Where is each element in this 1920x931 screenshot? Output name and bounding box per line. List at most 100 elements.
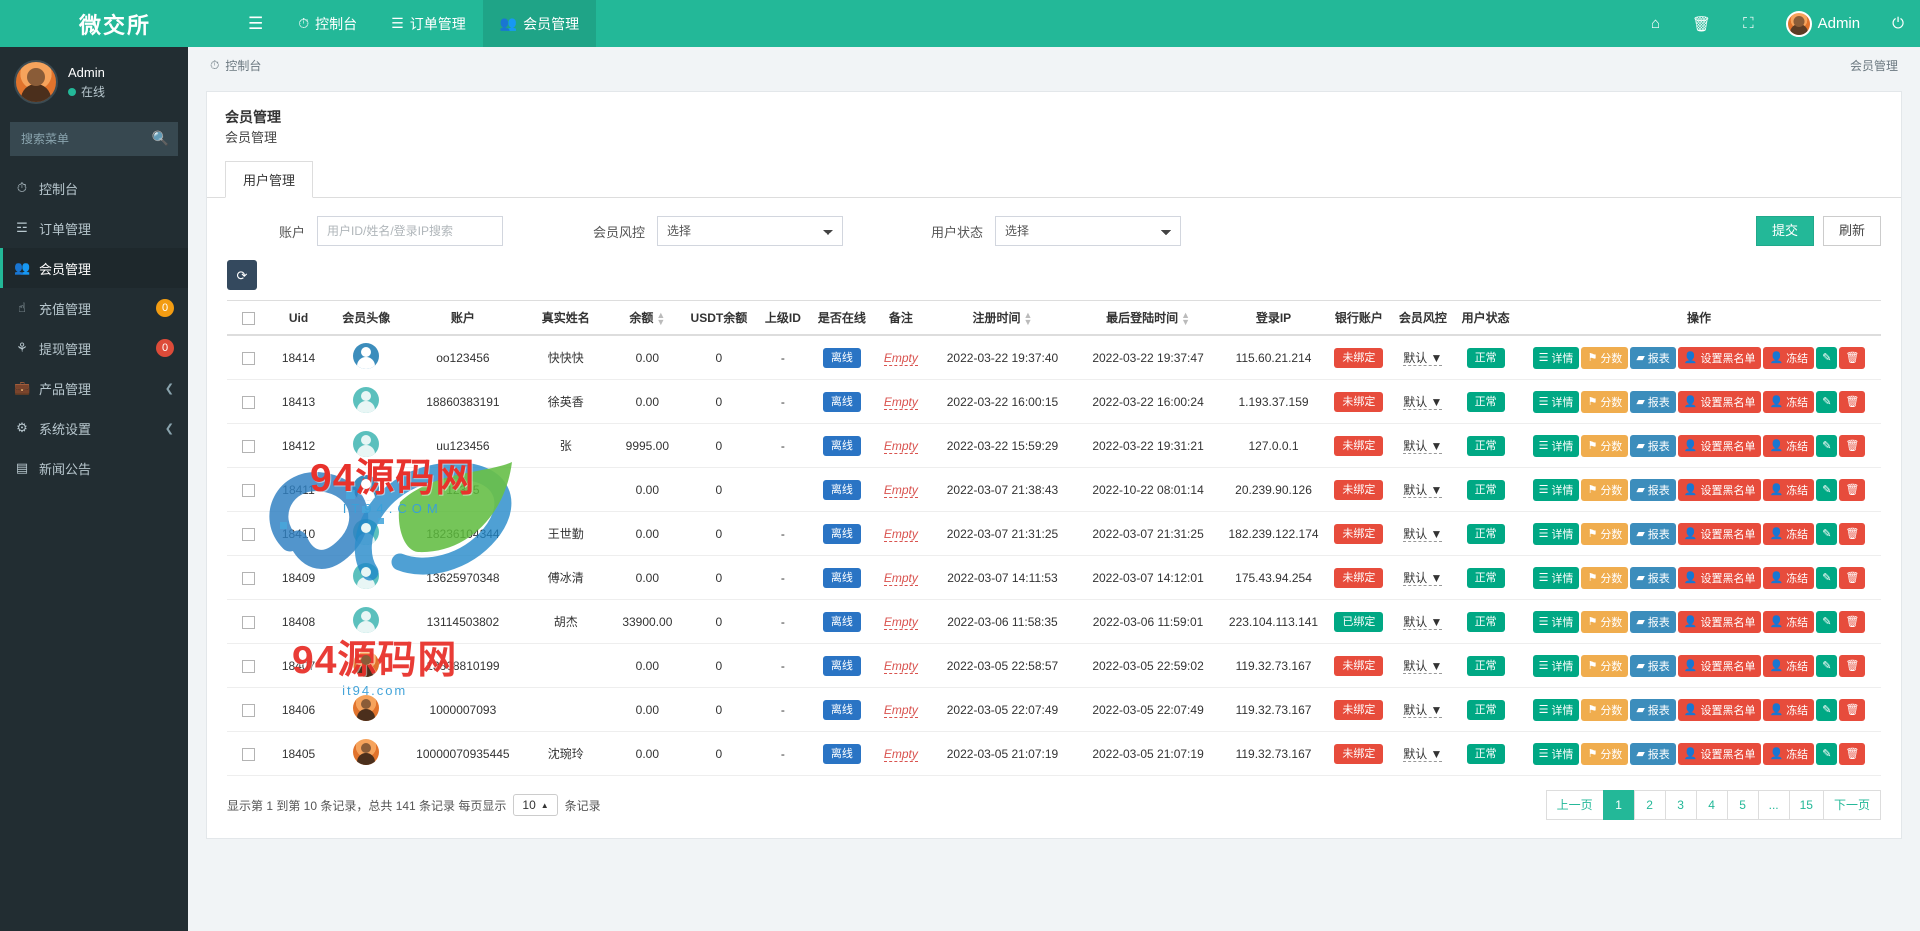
sidebar-item-members[interactable]: 👥 会员管理	[0, 248, 188, 288]
blacklist-button[interactable]: 👤 设置黑名单	[1677, 346, 1762, 369]
remark-link[interactable]: Empty	[883, 658, 918, 674]
brand-logo[interactable]: 微交所	[0, 0, 230, 47]
blacklist-button[interactable]: 👤 设置黑名单	[1677, 610, 1762, 633]
status-select[interactable]: 选择	[995, 216, 1181, 247]
sidebar-item-products[interactable]: 💼 产品管理 ❮	[0, 368, 188, 408]
freeze-button[interactable]: 👤 冻结	[1763, 610, 1815, 633]
detail-button[interactable]: ☰ 详情	[1532, 610, 1580, 633]
remark-link[interactable]: Empty	[883, 614, 918, 630]
remark-link[interactable]: Empty	[883, 746, 918, 762]
row-checkbox[interactable]	[241, 615, 255, 629]
score-button[interactable]: ⚑ 分数	[1581, 566, 1629, 589]
col-regtime[interactable]: 注册时间 ▲ ▼	[929, 300, 1076, 337]
table-row[interactable]: 18411 12345 0.00 0 离线 Empty 2022-03-07 21:38:4…	[227, 467, 1881, 513]
col-lasttime[interactable]: 最后登陆时间 ▲ ▼	[1075, 300, 1221, 337]
trash-icon[interactable]: 🗑	[1839, 566, 1866, 589]
row-checkbox-cell[interactable]	[227, 555, 270, 601]
remark-link[interactable]: Empty	[883, 350, 918, 366]
pagination-prev[interactable]: 上一页	[1545, 790, 1604, 821]
report-button[interactable]: ▰ 报表	[1630, 742, 1676, 765]
trash-icon[interactable]: 🗑	[1839, 390, 1866, 413]
remark-link[interactable]: Empty	[883, 482, 918, 498]
pencil-icon[interactable]: ✎	[1816, 742, 1838, 765]
pencil-icon[interactable]: ✎	[1816, 522, 1838, 545]
detail-button[interactable]: ☰ 详情	[1532, 346, 1580, 369]
freeze-button[interactable]: 👤 冻结	[1763, 742, 1815, 765]
row-checkbox[interactable]	[241, 703, 255, 717]
cell-remark[interactable]: Empty	[871, 423, 930, 469]
report-button[interactable]: ▰ 报表	[1630, 522, 1676, 545]
report-button[interactable]: ▰ 报表	[1630, 610, 1676, 633]
report-button[interactable]: ▰ 报表	[1630, 434, 1676, 457]
risk-dropdown[interactable]: 默认 ▼	[1403, 351, 1443, 367]
pagination-page-5[interactable]: 5	[1726, 790, 1759, 821]
detail-button[interactable]: ☰ 详情	[1532, 566, 1580, 589]
row-checkbox-cell[interactable]	[227, 423, 270, 469]
cell-remark[interactable]: Empty	[871, 511, 930, 557]
sidebar-item-recharge[interactable]: ☝ 充值管理 0	[0, 288, 188, 328]
row-checkbox-cell[interactable]	[227, 511, 270, 557]
table-row[interactable]: 18408 13114503802 胡杰 33900.00 0- 离线 Empty 2022-…	[227, 599, 1881, 645]
risk-dropdown[interactable]: 默认 ▼	[1403, 439, 1443, 455]
blacklist-button[interactable]: 👤 设置黑名单	[1677, 390, 1762, 413]
freeze-button[interactable]: 👤 冻结	[1763, 478, 1815, 501]
row-checkbox-cell[interactable]	[227, 467, 270, 513]
pencil-icon[interactable]: ✎	[1816, 346, 1838, 369]
row-checkbox[interactable]	[241, 395, 255, 409]
cell-remark[interactable]: Empty	[871, 379, 930, 425]
cell-remark[interactable]: Empty	[871, 731, 930, 777]
trash-icon[interactable]: 🗑	[1839, 698, 1866, 721]
pagination-next[interactable]: 下一页	[1822, 790, 1881, 821]
score-button[interactable]: ⚑ 分数	[1581, 654, 1629, 677]
table-row[interactable]: 18409 13625970348 傅冰清 0.00 0- 离线 Empty 2022-03-…	[227, 555, 1881, 601]
row-checkbox[interactable]	[241, 439, 255, 453]
score-button[interactable]: ⚑ 分数	[1581, 522, 1629, 545]
blacklist-button[interactable]: 👤 设置黑名单	[1677, 566, 1762, 589]
trash-icon[interactable]: 🗑	[1839, 434, 1866, 457]
top-nav-orders[interactable]: ☰ 订单管理	[374, 0, 483, 47]
blacklist-button[interactable]: 👤 设置黑名单	[1677, 742, 1762, 765]
remark-link[interactable]: Empty	[883, 570, 918, 586]
row-checkbox-cell[interactable]	[227, 731, 270, 777]
risk-dropdown[interactable]: 默认 ▼	[1403, 747, 1443, 763]
pagination-page-3[interactable]: 3	[1664, 790, 1697, 821]
trash-icon[interactable]: 🗑	[1839, 654, 1866, 677]
pencil-icon[interactable]: ✎	[1816, 698, 1838, 721]
blacklist-button[interactable]: 👤 设置黑名单	[1677, 478, 1762, 501]
submit-button[interactable]: 提交	[1755, 216, 1814, 247]
cell-remark[interactable]: Empty	[871, 599, 930, 645]
row-checkbox[interactable]	[241, 747, 255, 761]
risk-select[interactable]: 选择	[657, 216, 843, 247]
table-row[interactable]: 18405 10000070935445 沈琬玲 0.00 0- 离线 Empty 2022-…	[227, 731, 1881, 777]
cell-remark[interactable]: Empty	[871, 555, 930, 601]
trash-icon[interactable]: 🗑	[1676, 0, 1727, 47]
row-checkbox-cell[interactable]	[227, 335, 270, 381]
cell-risk[interactable]: 默认 ▼	[1391, 467, 1455, 513]
row-checkbox[interactable]	[241, 659, 255, 673]
freeze-button[interactable]: 👤 冻结	[1763, 566, 1815, 589]
pagination-page-2[interactable]: 2	[1633, 790, 1666, 821]
pencil-icon[interactable]: ✎	[1816, 654, 1838, 677]
row-checkbox[interactable]	[241, 527, 255, 541]
page-size-select[interactable]: 10 ▲	[513, 794, 558, 817]
remark-link[interactable]: Empty	[883, 394, 918, 410]
risk-dropdown[interactable]: 默认 ▼	[1403, 395, 1443, 411]
row-checkbox-cell[interactable]	[227, 379, 270, 425]
account-search-input[interactable]	[317, 216, 503, 247]
trash-icon[interactable]: 🗑	[1839, 742, 1866, 765]
remark-link[interactable]: Empty	[883, 526, 918, 542]
refresh-button[interactable]: 刷新	[1822, 216, 1881, 247]
search-icon[interactable]: 🔍	[152, 130, 169, 147]
cell-risk[interactable]: 默认 ▼	[1391, 731, 1455, 777]
sidebar-item-orders[interactable]: ☲ 订单管理	[0, 208, 188, 248]
select-all-checkbox[interactable]	[241, 311, 255, 325]
cell-risk[interactable]: 默认 ▼	[1391, 555, 1455, 601]
pencil-icon[interactable]: ✎	[1816, 610, 1838, 633]
freeze-button[interactable]: 👤 冻结	[1763, 654, 1815, 677]
row-checkbox[interactable]	[241, 571, 255, 585]
detail-button[interactable]: ☰ 详情	[1532, 654, 1580, 677]
sidebar-item-settings[interactable]: ⚙ 系统设置 ❮	[0, 408, 188, 448]
cell-remark[interactable]: Empty	[871, 687, 930, 733]
report-button[interactable]: ▰ 报表	[1630, 390, 1676, 413]
freeze-button[interactable]: 👤 冻结	[1763, 522, 1815, 545]
